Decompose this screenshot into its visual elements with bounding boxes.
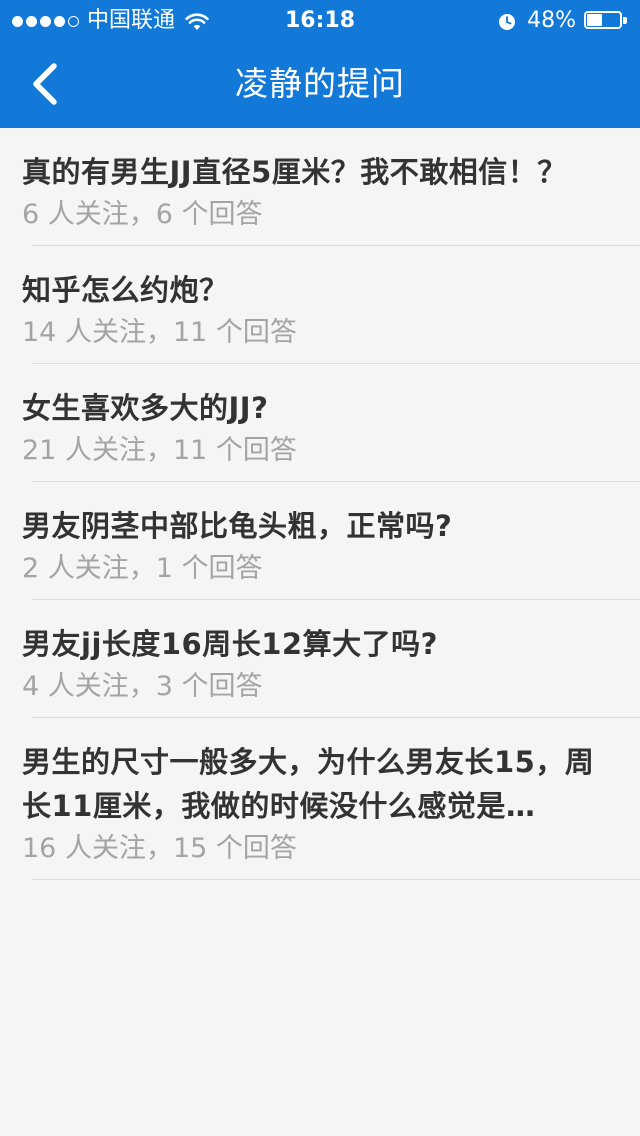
page-title: 凌静的提问 (235, 64, 405, 103)
battery-icon (584, 11, 628, 31)
question-meta: 16 人关注，15 个回答 (22, 833, 297, 864)
battery-percent: 48% (527, 8, 576, 33)
question-item[interactable]: 男友阴茎中部比龟头粗，正常吗? 2 人关注，1 个回答 (0, 482, 640, 600)
question-meta: 14 人关注，11 个回答 (22, 317, 297, 348)
divider (32, 879, 640, 880)
question-meta: 2 人关注，1 个回答 (22, 553, 263, 584)
top-bar: 中国联通 16:18 48% 凌静的提问 (0, 0, 640, 128)
question-title: 男友jj长度16周长12算大了吗? (22, 627, 438, 661)
question-title: 男生的尺寸一般多大，为什么男友长15，周长11厘米，我做的时候没什么感觉是… (22, 745, 595, 823)
battery-fill (587, 14, 602, 26)
question-title: 知乎怎么约炮？ (22, 273, 229, 307)
question-title: 真的有男生JJ直径5厘米？我不敢相信！？ (22, 155, 567, 189)
battery-tip (623, 17, 627, 24)
question-title: 女生喜欢多大的JJ? (22, 391, 269, 425)
question-item[interactable]: 知乎怎么约炮？ 14 人关注，11 个回答 (0, 246, 640, 364)
question-item[interactable]: 男生的尺寸一般多大，为什么男友长15，周长11厘米，我做的时候没什么感觉是… 1… (0, 718, 640, 880)
nav-bar: 凌静的提问 (0, 40, 640, 128)
question-list: 真的有男生JJ直径5厘米？我不敢相信！？ 6 人关注，6 个回答 知乎怎么约炮？… (0, 128, 640, 880)
screen: 中国联通 16:18 48% 凌静的提问 真的有男生JJ直径5厘米？我不敢相信！… (0, 0, 640, 1136)
question-meta: 4 人关注，3 个回答 (22, 671, 263, 702)
question-title: 男友阴茎中部比龟头粗，正常吗? (22, 509, 453, 543)
alarm-clock-icon (497, 11, 517, 31)
question-meta: 21 人关注，11 个回答 (22, 435, 297, 466)
question-item[interactable]: 女生喜欢多大的JJ? 21 人关注，11 个回答 (0, 364, 640, 482)
question-item[interactable]: 男友jj长度16周长12算大了吗? 4 人关注，3 个回答 (0, 600, 640, 718)
status-bar: 中国联通 16:18 48% (0, 0, 640, 40)
question-item[interactable]: 真的有男生JJ直径5厘米？我不敢相信！？ 6 人关注，6 个回答 (0, 128, 640, 246)
status-right: 48% (497, 8, 628, 34)
question-meta: 6 人关注，6 个回答 (22, 199, 263, 230)
